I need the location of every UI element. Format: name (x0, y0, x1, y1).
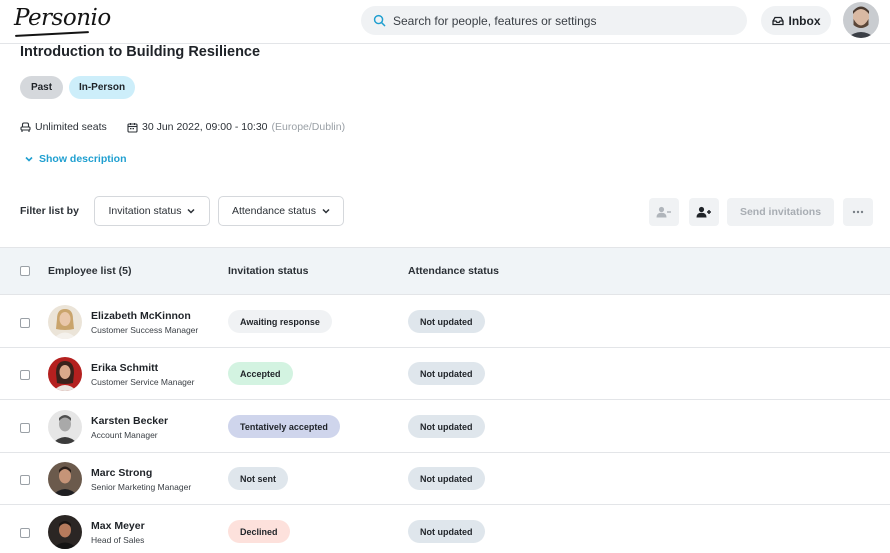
more-options-button[interactable] (843, 198, 873, 226)
date-info: 30 Jun 2022, 09:00 - 10:30 (Europe/Dubli… (127, 121, 345, 133)
employee-role: Senior Marketing Manager (91, 482, 192, 492)
attendance-status-dropdown[interactable]: Attendance status (218, 196, 344, 226)
employee-name[interactable]: Max Meyer (91, 520, 145, 532)
employee-name[interactable]: Elizabeth McKinnon (91, 310, 191, 322)
attendance-status-dropdown-label: Attendance status (231, 205, 317, 217)
date-text: 30 Jun 2022, 09:00 - 10:30 (142, 121, 268, 133)
search-input[interactable] (393, 6, 733, 35)
chevron-down-icon (322, 208, 330, 214)
attendance-status-badge[interactable]: Not updated (408, 362, 485, 385)
attendance-status-badge[interactable]: Not updated (408, 310, 485, 333)
user-avatar[interactable] (843, 2, 879, 38)
table-header: Employee list (5) Invitation status Atte… (0, 247, 890, 295)
avatar (48, 462, 82, 496)
avatar (48, 410, 82, 444)
top-bar: Personio Inbox (0, 0, 890, 44)
employee-name[interactable]: Karsten Becker (91, 415, 168, 427)
remove-user-icon (656, 206, 671, 218)
chevron-down-icon (25, 156, 33, 162)
attendance-status-badge[interactable]: Not updated (408, 415, 485, 438)
add-user-icon (696, 206, 711, 218)
invitation-status-badge: Accepted (228, 362, 293, 385)
tag-in-person: In-Person (69, 76, 135, 99)
invitation-status-dropdown-label: Invitation status (108, 205, 182, 217)
avatar (48, 305, 82, 339)
chevron-down-icon (187, 208, 196, 214)
more-icon (852, 210, 864, 214)
table-row[interactable]: Elizabeth McKinnon Customer Success Mana… (0, 296, 890, 348)
seats-info: Unlimited seats (20, 121, 107, 133)
avatar (48, 357, 82, 391)
tag-past: Past (20, 76, 63, 99)
employee-role: Customer Service Manager (91, 377, 195, 387)
employee-name[interactable]: Erika Schmitt (91, 362, 158, 374)
invitation-status-badge: Tentatively accepted (228, 415, 340, 438)
row-checkbox[interactable] (20, 370, 30, 380)
search-bar[interactable] (361, 6, 747, 35)
calendar-icon (127, 122, 138, 133)
attendance-status-badge[interactable]: Not updated (408, 467, 485, 490)
timezone-text: (Europe/Dublin) (271, 121, 346, 133)
invitation-status-badge: Awaiting response (228, 310, 332, 333)
row-checkbox[interactable] (20, 318, 30, 328)
column-employee-list[interactable]: Employee list (5) (48, 265, 131, 277)
column-attendance-status[interactable]: Attendance status (408, 265, 499, 277)
row-checkbox[interactable] (20, 423, 30, 433)
event-title: Introduction to Building Resilience (20, 44, 261, 60)
select-all-checkbox[interactable] (20, 266, 30, 276)
remove-employee-button[interactable] (649, 198, 679, 226)
employee-role: Account Manager (91, 430, 158, 440)
logo-underline (14, 31, 90, 37)
column-invitation-status[interactable]: Invitation status (228, 265, 309, 277)
show-description-label: Show description (39, 153, 127, 165)
table-row[interactable]: Karsten Becker Account Manager Tentative… (0, 401, 890, 453)
show-description-link[interactable]: Show description (25, 153, 127, 165)
table-row[interactable]: Max Meyer Head of Sales Declined Not upd… (0, 506, 890, 553)
table-row[interactable]: Marc Strong Senior Marketing Manager Not… (0, 453, 890, 505)
inbox-button[interactable]: Inbox (761, 6, 831, 35)
attendance-status-badge[interactable]: Not updated (408, 520, 485, 543)
avatar (48, 515, 82, 549)
row-checkbox[interactable] (20, 475, 30, 485)
invitation-status-badge: Not sent (228, 467, 288, 490)
filter-label: Filter list by (20, 205, 79, 217)
inbox-label: Inbox (788, 13, 821, 28)
table-row[interactable]: Erika Schmitt Customer Service Manager A… (0, 348, 890, 400)
employee-name[interactable]: Marc Strong (91, 467, 152, 479)
inbox-icon (771, 16, 784, 25)
seats-text: Unlimited seats (35, 121, 107, 133)
personio-logo[interactable]: Personio (14, 5, 111, 31)
employee-role: Customer Success Manager (91, 325, 199, 335)
employee-role: Head of Sales (91, 535, 145, 545)
send-invitations-button[interactable]: Send invitations (727, 198, 834, 226)
row-checkbox[interactable] (20, 528, 30, 538)
search-icon (373, 14, 386, 27)
seat-icon (20, 121, 31, 132)
invitation-status-badge: Declined (228, 520, 290, 543)
invitation-status-dropdown[interactable]: Invitation status (94, 196, 210, 226)
add-employee-button[interactable] (689, 198, 719, 226)
